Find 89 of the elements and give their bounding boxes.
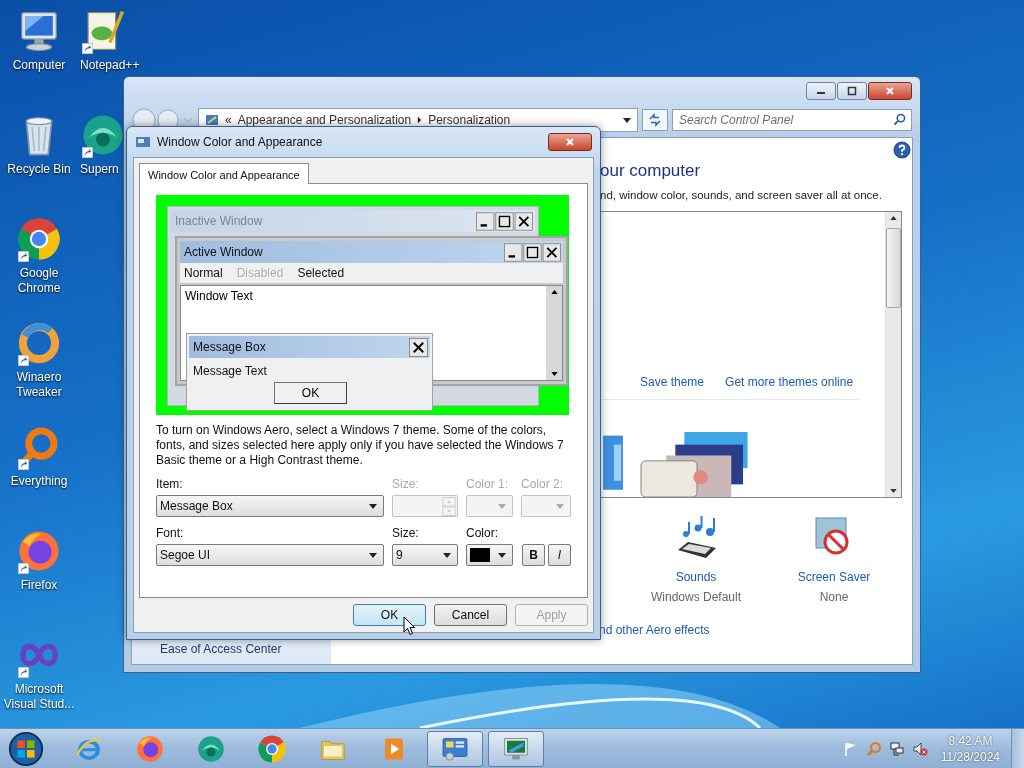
scrollbar-thumb[interactable] xyxy=(886,228,901,308)
message-text: Message Text xyxy=(192,363,268,380)
close-button[interactable] xyxy=(868,82,912,100)
setting-link[interactable]: Screen Saver xyxy=(797,570,871,584)
mouse-cursor-icon xyxy=(403,616,415,636)
italic-button[interactable]: I xyxy=(548,544,571,566)
taskbar-button[interactable] xyxy=(427,730,483,767)
swirl-icon xyxy=(16,320,62,366)
browser-icon xyxy=(135,733,165,764)
breadcrumb-item[interactable]: Appearance and Personalization xyxy=(237,113,412,127)
color-picker[interactable] xyxy=(466,544,513,566)
search-field[interactable]: Search Control Panel xyxy=(672,109,912,131)
setting-value: Windows Default xyxy=(650,590,741,604)
field-label: Color: xyxy=(466,526,499,540)
desktop-icon-label[interactable]: Winaero Tweaker xyxy=(1,370,77,400)
field-label: Font: xyxy=(156,526,185,540)
taskbar-button[interactable] xyxy=(488,730,544,767)
dialog-title: Window Color and Appearance xyxy=(157,135,323,149)
color-picker[interactable] xyxy=(521,495,571,517)
dropdown-arrow-icon[interactable] xyxy=(623,117,631,123)
window-title: Message Box xyxy=(193,340,266,354)
field-label: Item: xyxy=(156,477,184,491)
ok-button-preview: OK xyxy=(274,382,347,404)
search-icon xyxy=(893,113,906,126)
desktop-icon-label[interactable]: Computer xyxy=(12,58,66,73)
spinner-arrows-icon xyxy=(442,496,456,516)
scroll-up-icon[interactable] xyxy=(890,216,897,220)
field-label: Size: xyxy=(392,477,420,491)
overflow-chevron[interactable]: « xyxy=(225,113,232,127)
dropdown-arrow-icon xyxy=(498,552,506,558)
browser-icon xyxy=(16,216,62,262)
tab[interactable]: Window Color and Appearance xyxy=(139,163,309,184)
dropdown[interactable]: Segoe UI xyxy=(156,544,384,566)
start-button[interactable] xyxy=(7,729,45,768)
dropdown-arrow-icon xyxy=(498,503,506,509)
app-icon xyxy=(196,733,226,764)
scroll-down-icon[interactable] xyxy=(890,489,897,493)
control-panel-icon xyxy=(205,113,219,127)
desktop-icon-label[interactable]: Google Chrome xyxy=(1,266,77,296)
help-icon[interactable] xyxy=(893,141,911,159)
scroll-down-icon xyxy=(550,372,558,376)
close-icon xyxy=(409,337,428,357)
muted-speaker-icon[interactable] xyxy=(911,740,928,757)
network-icon[interactable] xyxy=(888,740,905,757)
page-description: nd, window color, sounds, and screen saver all at once. xyxy=(600,188,883,203)
window-title: Active Window xyxy=(184,245,263,259)
scroll-up-icon xyxy=(550,290,558,294)
dropdown[interactable]: 9 xyxy=(392,544,458,566)
minimize-button[interactable] xyxy=(806,82,836,100)
description-text: To turn on Windows Aero, select a Windows 7 theme. Some of the colors, fonts, and sizes selected here apply only if you have selected the Windows 7 Basic theme or a High Contrast theme. xyxy=(156,423,565,468)
bold-button[interactable]: B xyxy=(522,544,545,566)
color-picker[interactable] xyxy=(466,495,513,517)
window-title: Inactive Window xyxy=(175,214,263,228)
dropdown-arrow-icon xyxy=(369,503,377,509)
maximize-icon xyxy=(847,86,857,96)
theme-link[interactable]: Save theme xyxy=(640,375,705,389)
dropdown-arrow-icon xyxy=(556,503,564,509)
setting-value: None xyxy=(819,590,849,604)
window-text: Window Text xyxy=(184,288,254,305)
menu-item: Disabled xyxy=(236,266,284,280)
desktop-icon-label[interactable]: Recycle Bin xyxy=(7,162,71,177)
breadcrumb-arrow-icon[interactable] xyxy=(417,116,423,124)
scrollbar[interactable] xyxy=(885,212,901,497)
close-button[interactable] xyxy=(548,133,592,151)
browser-icon xyxy=(257,733,287,764)
sidebar-link[interactable]: Ease of Access Center xyxy=(160,642,331,656)
caption-buttons-icon xyxy=(476,211,533,231)
field-label: Size: xyxy=(392,526,420,540)
dropdown-arrow-icon xyxy=(369,552,377,558)
close-icon xyxy=(565,137,575,147)
maximize-button[interactable] xyxy=(837,82,867,100)
refresh-icon xyxy=(647,112,663,128)
desktop-icon-label[interactable]: Firefox xyxy=(20,578,58,593)
desktop-icon-label[interactable]: Supern xyxy=(80,162,119,177)
field-label: Color 2: xyxy=(521,477,565,491)
dropdown-arrow-icon xyxy=(443,552,451,558)
desktop-icon-label[interactable]: Notepad++ xyxy=(80,58,140,73)
window-icon xyxy=(135,134,151,150)
breadcrumb-item[interactable]: Personalization xyxy=(428,113,511,127)
page-heading: our computer xyxy=(600,160,702,182)
close-icon xyxy=(885,86,895,96)
theme-link[interactable]: Get more themes online xyxy=(725,375,854,389)
dialog-button[interactable]: Cancel xyxy=(434,604,507,626)
field-label: Color 1: xyxy=(466,477,510,491)
dialog-button[interactable]: OK xyxy=(353,604,426,626)
refresh-button[interactable] xyxy=(642,109,668,131)
desktop-icon-label[interactable]: Everything xyxy=(10,474,68,489)
dropdown[interactable]: Message Box xyxy=(156,495,384,517)
setting-link[interactable]: Sounds xyxy=(675,570,717,584)
